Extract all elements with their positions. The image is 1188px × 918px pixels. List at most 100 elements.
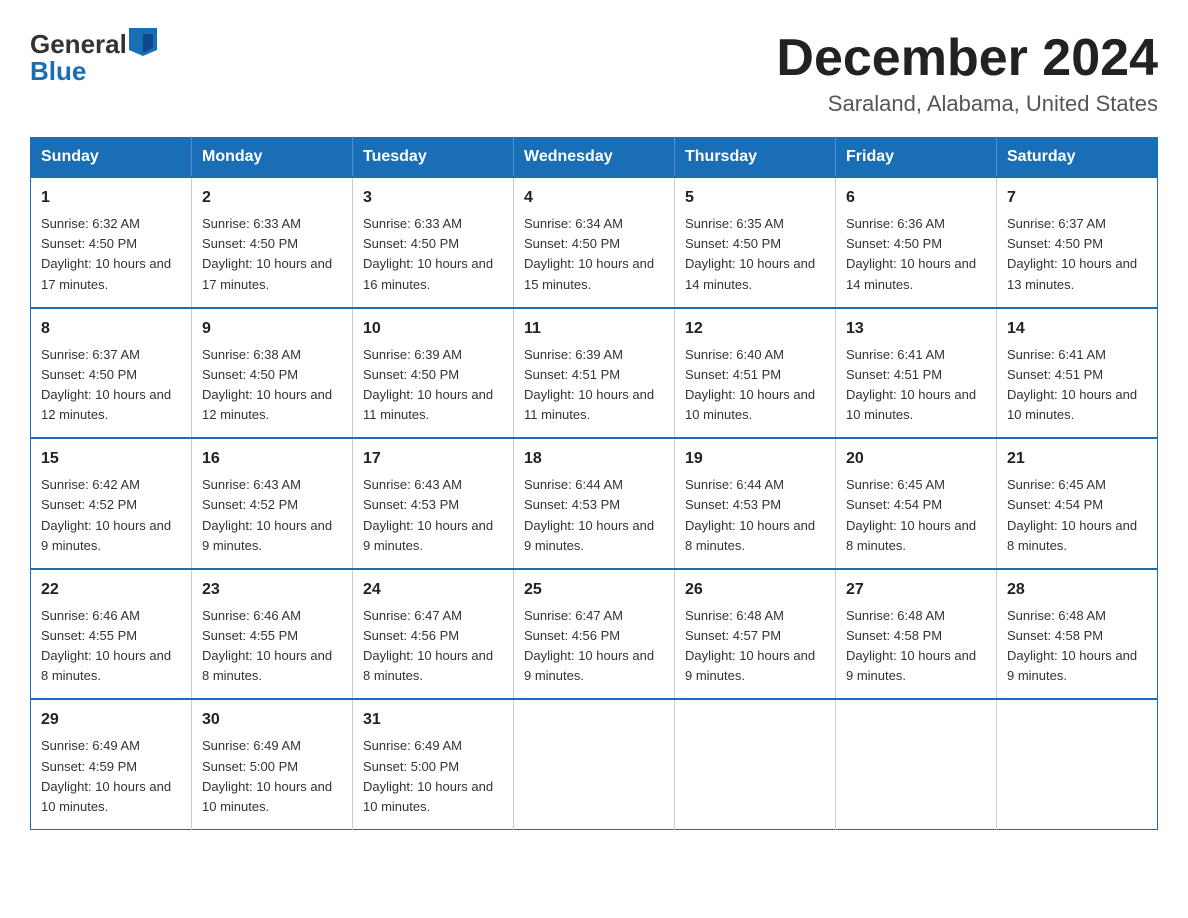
logo-blue-text: Blue bbox=[30, 57, 157, 86]
day-number: 22 bbox=[41, 578, 181, 602]
calendar-cell: 1 Sunrise: 6:32 AMSunset: 4:50 PMDayligh… bbox=[31, 177, 192, 308]
day-number: 12 bbox=[685, 317, 825, 341]
weekday-header-sunday: Sunday bbox=[31, 138, 192, 178]
day-info: Sunrise: 6:33 AMSunset: 4:50 PMDaylight:… bbox=[363, 216, 493, 291]
weekday-header-tuesday: Tuesday bbox=[353, 138, 514, 178]
day-number: 4 bbox=[524, 186, 664, 210]
calendar-week-row: 8 Sunrise: 6:37 AMSunset: 4:50 PMDayligh… bbox=[31, 308, 1158, 439]
day-number: 14 bbox=[1007, 317, 1147, 341]
calendar-cell: 19 Sunrise: 6:44 AMSunset: 4:53 PMDaylig… bbox=[675, 438, 836, 569]
day-number: 6 bbox=[846, 186, 986, 210]
day-info: Sunrise: 6:48 AMSunset: 4:58 PMDaylight:… bbox=[846, 608, 976, 683]
calendar-week-row: 15 Sunrise: 6:42 AMSunset: 4:52 PMDaylig… bbox=[31, 438, 1158, 569]
calendar-cell: 23 Sunrise: 6:46 AMSunset: 4:55 PMDaylig… bbox=[192, 569, 353, 700]
calendar-cell: 9 Sunrise: 6:38 AMSunset: 4:50 PMDayligh… bbox=[192, 308, 353, 439]
day-number: 15 bbox=[41, 447, 181, 471]
day-info: Sunrise: 6:40 AMSunset: 4:51 PMDaylight:… bbox=[685, 347, 815, 422]
calendar-week-row: 1 Sunrise: 6:32 AMSunset: 4:50 PMDayligh… bbox=[31, 177, 1158, 308]
calendar-cell: 16 Sunrise: 6:43 AMSunset: 4:52 PMDaylig… bbox=[192, 438, 353, 569]
calendar-cell: 5 Sunrise: 6:35 AMSunset: 4:50 PMDayligh… bbox=[675, 177, 836, 308]
day-info: Sunrise: 6:49 AMSunset: 4:59 PMDaylight:… bbox=[41, 738, 171, 813]
day-number: 17 bbox=[363, 447, 503, 471]
calendar-cell: 25 Sunrise: 6:47 AMSunset: 4:56 PMDaylig… bbox=[514, 569, 675, 700]
location-text: Saraland, Alabama, United States bbox=[776, 91, 1158, 117]
day-info: Sunrise: 6:34 AMSunset: 4:50 PMDaylight:… bbox=[524, 216, 654, 291]
day-number: 25 bbox=[524, 578, 664, 602]
day-number: 23 bbox=[202, 578, 342, 602]
weekday-header-monday: Monday bbox=[192, 138, 353, 178]
day-number: 20 bbox=[846, 447, 986, 471]
day-number: 9 bbox=[202, 317, 342, 341]
day-info: Sunrise: 6:44 AMSunset: 4:53 PMDaylight:… bbox=[524, 477, 654, 552]
day-number: 11 bbox=[524, 317, 664, 341]
calendar-cell: 10 Sunrise: 6:39 AMSunset: 4:50 PMDaylig… bbox=[353, 308, 514, 439]
day-info: Sunrise: 6:37 AMSunset: 4:50 PMDaylight:… bbox=[1007, 216, 1137, 291]
calendar-cell: 29 Sunrise: 6:49 AMSunset: 4:59 PMDaylig… bbox=[31, 699, 192, 829]
day-number: 18 bbox=[524, 447, 664, 471]
calendar-cell: 11 Sunrise: 6:39 AMSunset: 4:51 PMDaylig… bbox=[514, 308, 675, 439]
calendar-cell: 15 Sunrise: 6:42 AMSunset: 4:52 PMDaylig… bbox=[31, 438, 192, 569]
weekday-header-thursday: Thursday bbox=[675, 138, 836, 178]
day-info: Sunrise: 6:48 AMSunset: 4:58 PMDaylight:… bbox=[1007, 608, 1137, 683]
day-number: 13 bbox=[846, 317, 986, 341]
weekday-header-wednesday: Wednesday bbox=[514, 138, 675, 178]
calendar-week-row: 22 Sunrise: 6:46 AMSunset: 4:55 PMDaylig… bbox=[31, 569, 1158, 700]
calendar-cell bbox=[997, 699, 1158, 829]
calendar-cell bbox=[675, 699, 836, 829]
calendar-cell: 26 Sunrise: 6:48 AMSunset: 4:57 PMDaylig… bbox=[675, 569, 836, 700]
day-number: 19 bbox=[685, 447, 825, 471]
calendar-cell: 3 Sunrise: 6:33 AMSunset: 4:50 PMDayligh… bbox=[353, 177, 514, 308]
day-number: 7 bbox=[1007, 186, 1147, 210]
calendar-cell: 13 Sunrise: 6:41 AMSunset: 4:51 PMDaylig… bbox=[836, 308, 997, 439]
day-info: Sunrise: 6:39 AMSunset: 4:51 PMDaylight:… bbox=[524, 347, 654, 422]
month-title: December 2024 bbox=[776, 30, 1158, 87]
day-info: Sunrise: 6:45 AMSunset: 4:54 PMDaylight:… bbox=[1007, 477, 1137, 552]
weekday-header-row: SundayMondayTuesdayWednesdayThursdayFrid… bbox=[31, 138, 1158, 178]
calendar-cell: 20 Sunrise: 6:45 AMSunset: 4:54 PMDaylig… bbox=[836, 438, 997, 569]
day-info: Sunrise: 6:47 AMSunset: 4:56 PMDaylight:… bbox=[363, 608, 493, 683]
day-info: Sunrise: 6:49 AMSunset: 5:00 PMDaylight:… bbox=[202, 738, 332, 813]
calendar-cell: 2 Sunrise: 6:33 AMSunset: 4:50 PMDayligh… bbox=[192, 177, 353, 308]
calendar-cell: 21 Sunrise: 6:45 AMSunset: 4:54 PMDaylig… bbox=[997, 438, 1158, 569]
day-info: Sunrise: 6:38 AMSunset: 4:50 PMDaylight:… bbox=[202, 347, 332, 422]
day-number: 1 bbox=[41, 186, 181, 210]
day-info: Sunrise: 6:41 AMSunset: 4:51 PMDaylight:… bbox=[846, 347, 976, 422]
day-info: Sunrise: 6:32 AMSunset: 4:50 PMDaylight:… bbox=[41, 216, 171, 291]
logo-general-text: General bbox=[30, 30, 127, 59]
calendar-cell: 24 Sunrise: 6:47 AMSunset: 4:56 PMDaylig… bbox=[353, 569, 514, 700]
day-number: 24 bbox=[363, 578, 503, 602]
day-number: 29 bbox=[41, 708, 181, 732]
page-header: General Blue December 2024 Saraland, Ala… bbox=[30, 30, 1158, 117]
calendar-cell: 30 Sunrise: 6:49 AMSunset: 5:00 PMDaylig… bbox=[192, 699, 353, 829]
calendar-cell: 8 Sunrise: 6:37 AMSunset: 4:50 PMDayligh… bbox=[31, 308, 192, 439]
calendar-cell: 27 Sunrise: 6:48 AMSunset: 4:58 PMDaylig… bbox=[836, 569, 997, 700]
day-info: Sunrise: 6:46 AMSunset: 4:55 PMDaylight:… bbox=[41, 608, 171, 683]
day-number: 26 bbox=[685, 578, 825, 602]
calendar-cell bbox=[836, 699, 997, 829]
calendar-cell: 14 Sunrise: 6:41 AMSunset: 4:51 PMDaylig… bbox=[997, 308, 1158, 439]
day-number: 5 bbox=[685, 186, 825, 210]
day-info: Sunrise: 6:47 AMSunset: 4:56 PMDaylight:… bbox=[524, 608, 654, 683]
calendar-cell: 22 Sunrise: 6:46 AMSunset: 4:55 PMDaylig… bbox=[31, 569, 192, 700]
day-number: 8 bbox=[41, 317, 181, 341]
calendar-table: SundayMondayTuesdayWednesdayThursdayFrid… bbox=[30, 137, 1158, 830]
day-number: 3 bbox=[363, 186, 503, 210]
day-number: 28 bbox=[1007, 578, 1147, 602]
day-info: Sunrise: 6:36 AMSunset: 4:50 PMDaylight:… bbox=[846, 216, 976, 291]
calendar-week-row: 29 Sunrise: 6:49 AMSunset: 4:59 PMDaylig… bbox=[31, 699, 1158, 829]
day-number: 2 bbox=[202, 186, 342, 210]
calendar-cell: 17 Sunrise: 6:43 AMSunset: 4:53 PMDaylig… bbox=[353, 438, 514, 569]
day-info: Sunrise: 6:49 AMSunset: 5:00 PMDaylight:… bbox=[363, 738, 493, 813]
day-number: 10 bbox=[363, 317, 503, 341]
calendar-cell: 28 Sunrise: 6:48 AMSunset: 4:58 PMDaylig… bbox=[997, 569, 1158, 700]
day-info: Sunrise: 6:46 AMSunset: 4:55 PMDaylight:… bbox=[202, 608, 332, 683]
day-info: Sunrise: 6:37 AMSunset: 4:50 PMDaylight:… bbox=[41, 347, 171, 422]
calendar-cell: 4 Sunrise: 6:34 AMSunset: 4:50 PMDayligh… bbox=[514, 177, 675, 308]
day-info: Sunrise: 6:35 AMSunset: 4:50 PMDaylight:… bbox=[685, 216, 815, 291]
calendar-cell: 12 Sunrise: 6:40 AMSunset: 4:51 PMDaylig… bbox=[675, 308, 836, 439]
weekday-header-saturday: Saturday bbox=[997, 138, 1158, 178]
day-info: Sunrise: 6:33 AMSunset: 4:50 PMDaylight:… bbox=[202, 216, 332, 291]
day-number: 27 bbox=[846, 578, 986, 602]
calendar-cell: 31 Sunrise: 6:49 AMSunset: 5:00 PMDaylig… bbox=[353, 699, 514, 829]
day-number: 16 bbox=[202, 447, 342, 471]
